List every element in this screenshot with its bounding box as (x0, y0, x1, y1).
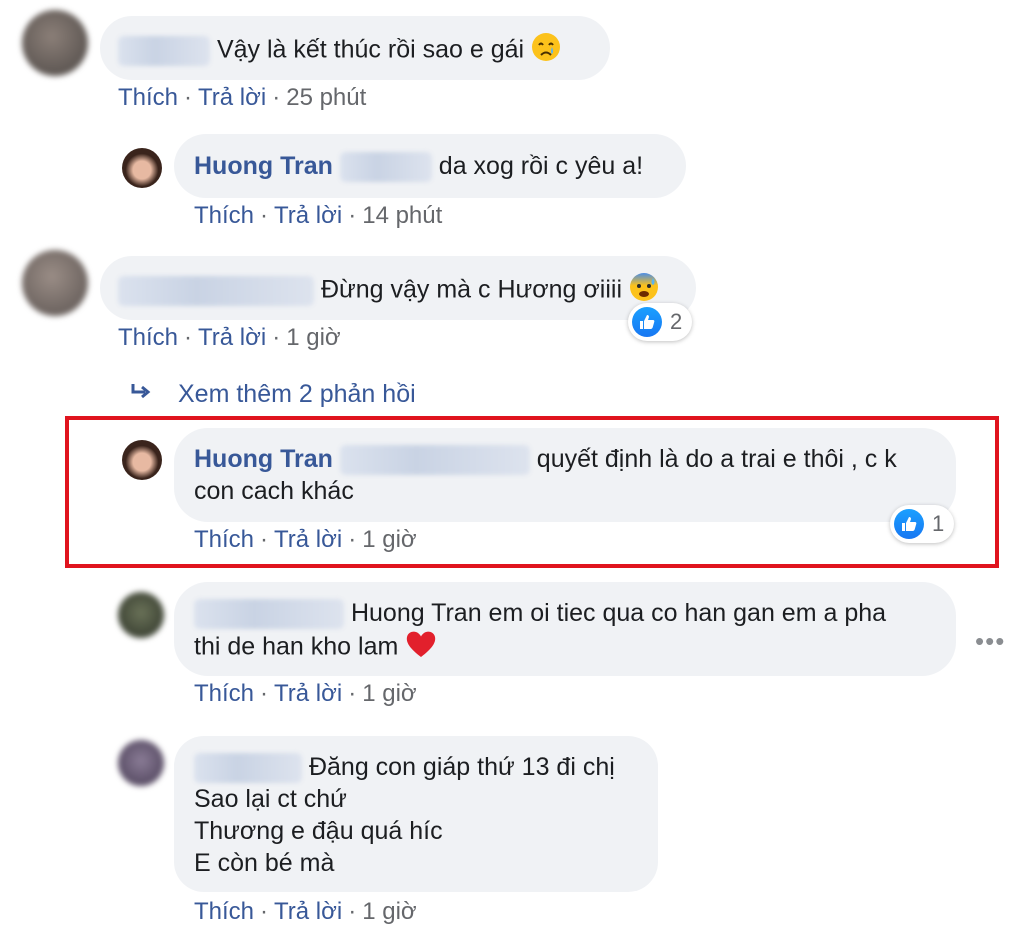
timestamp[interactable]: 1 giờ (362, 526, 416, 553)
red-heart-icon (405, 629, 437, 667)
comment-bubble: Vậy là kết thúc rồi sao e gái (100, 16, 610, 80)
comment-actions: Thích · Trả lời · 1 giờ (194, 680, 417, 707)
like-link[interactable]: Thích (194, 202, 254, 229)
like-link[interactable]: Thích (118, 84, 178, 111)
comment-text-line: Huong Tran em oi tiec qua co han gan em … (350, 599, 887, 627)
like-link[interactable]: Thích (194, 526, 254, 553)
sad-crying-emoji-icon (531, 32, 561, 70)
author-name[interactable]: Huong Tran (194, 445, 333, 473)
comment-text: Vậy là kết thúc rồi sao e gái (216, 35, 525, 64)
blurred-author-name[interactable] (194, 599, 344, 630)
timestamp[interactable]: 25 phút (286, 84, 366, 111)
comment-actions: Thích · Trả lời · 1 giờ (194, 898, 417, 925)
reply-link[interactable]: Trả lời (274, 202, 342, 229)
comment-bubble: Huong Tran em oi tiec qua co han gan em … (174, 582, 956, 676)
view-more-replies-label: Xem thêm 2 phản hồi (178, 380, 416, 408)
blurred-mention[interactable] (339, 152, 432, 183)
like-reaction-icon (894, 509, 924, 539)
blurred-mention[interactable] (339, 445, 530, 476)
avatar[interactable] (118, 592, 164, 638)
timestamp[interactable]: 1 giờ (362, 680, 416, 707)
reaction-count: 2 (670, 309, 683, 334)
comment-text: da xog rồi c yêu a! (438, 152, 644, 180)
comment-actions: Thích · Trả lời · 1 giờ (118, 324, 341, 351)
reaction-summary[interactable]: 1 (890, 505, 955, 543)
comment-text-line: quyết định là do a trai e thôi , c k (536, 445, 897, 473)
reply-link[interactable]: Trả lời (274, 680, 342, 707)
reaction-count: 1 (932, 511, 945, 536)
like-reaction-icon (632, 307, 662, 337)
reply-link[interactable]: Trả lời (274, 526, 342, 553)
comment-actions: Thích · Trả lời · 1 giờ (194, 526, 417, 553)
author-name[interactable]: Huong Tran (194, 152, 333, 180)
blurred-author-name[interactable] (118, 36, 210, 66)
comment-bubble: Huong Tran quyết định là do a trai e thô… (174, 428, 956, 522)
comment-text-line: E còn bé mà (194, 849, 335, 878)
reply-link[interactable]: Trả lời (274, 898, 342, 925)
avatar[interactable] (118, 740, 164, 786)
avatar[interactable] (122, 440, 162, 480)
comment-bubble: Đừng vậy mà c Hương ơiiii (100, 256, 696, 320)
comment-text-line: con cach khác (194, 477, 354, 506)
comment-actions: Thích · Trả lời · 14 phút (194, 202, 443, 229)
reply-link[interactable]: Trả lời (198, 84, 266, 111)
timestamp[interactable]: 14 phút (362, 202, 442, 229)
comment-text-line: Thương e đậu quá híc (194, 817, 443, 846)
avatar[interactable] (22, 250, 88, 316)
comment-text: Đừng vậy mà c Hương ơiiii (320, 275, 623, 304)
comment-actions: Thích · Trả lời · 25 phút (118, 84, 367, 111)
comment-text-line: Đăng con giáp thứ 13 đi chị (308, 753, 615, 781)
view-more-replies-link[interactable]: Xem thêm 2 phản hồi (130, 380, 416, 409)
timestamp[interactable]: 1 giờ (362, 898, 416, 925)
comment-text-line: thi de han kho lam (194, 633, 399, 661)
avatar[interactable] (122, 148, 162, 188)
blurred-author-name[interactable] (194, 753, 302, 784)
timestamp[interactable]: 1 giờ (286, 324, 340, 351)
comment-bubble: Đăng con giáp thứ 13 đi chị Sao lại ct c… (174, 736, 658, 892)
comment-bubble: Huong Tran da xog rồi c yêu a! (174, 134, 686, 198)
blurred-author-name[interactable] (118, 276, 314, 306)
like-link[interactable]: Thích (118, 324, 178, 351)
more-options-icon[interactable]: ••• (975, 626, 1005, 657)
like-link[interactable]: Thích (194, 680, 254, 707)
reply-arrow-icon (130, 380, 178, 409)
avatar[interactable] (22, 10, 88, 76)
like-link[interactable]: Thích (194, 898, 254, 925)
reply-link[interactable]: Trả lời (198, 324, 266, 351)
comment-text-line: Sao lại ct chứ (194, 785, 347, 814)
reaction-summary[interactable]: 2 (628, 303, 693, 341)
